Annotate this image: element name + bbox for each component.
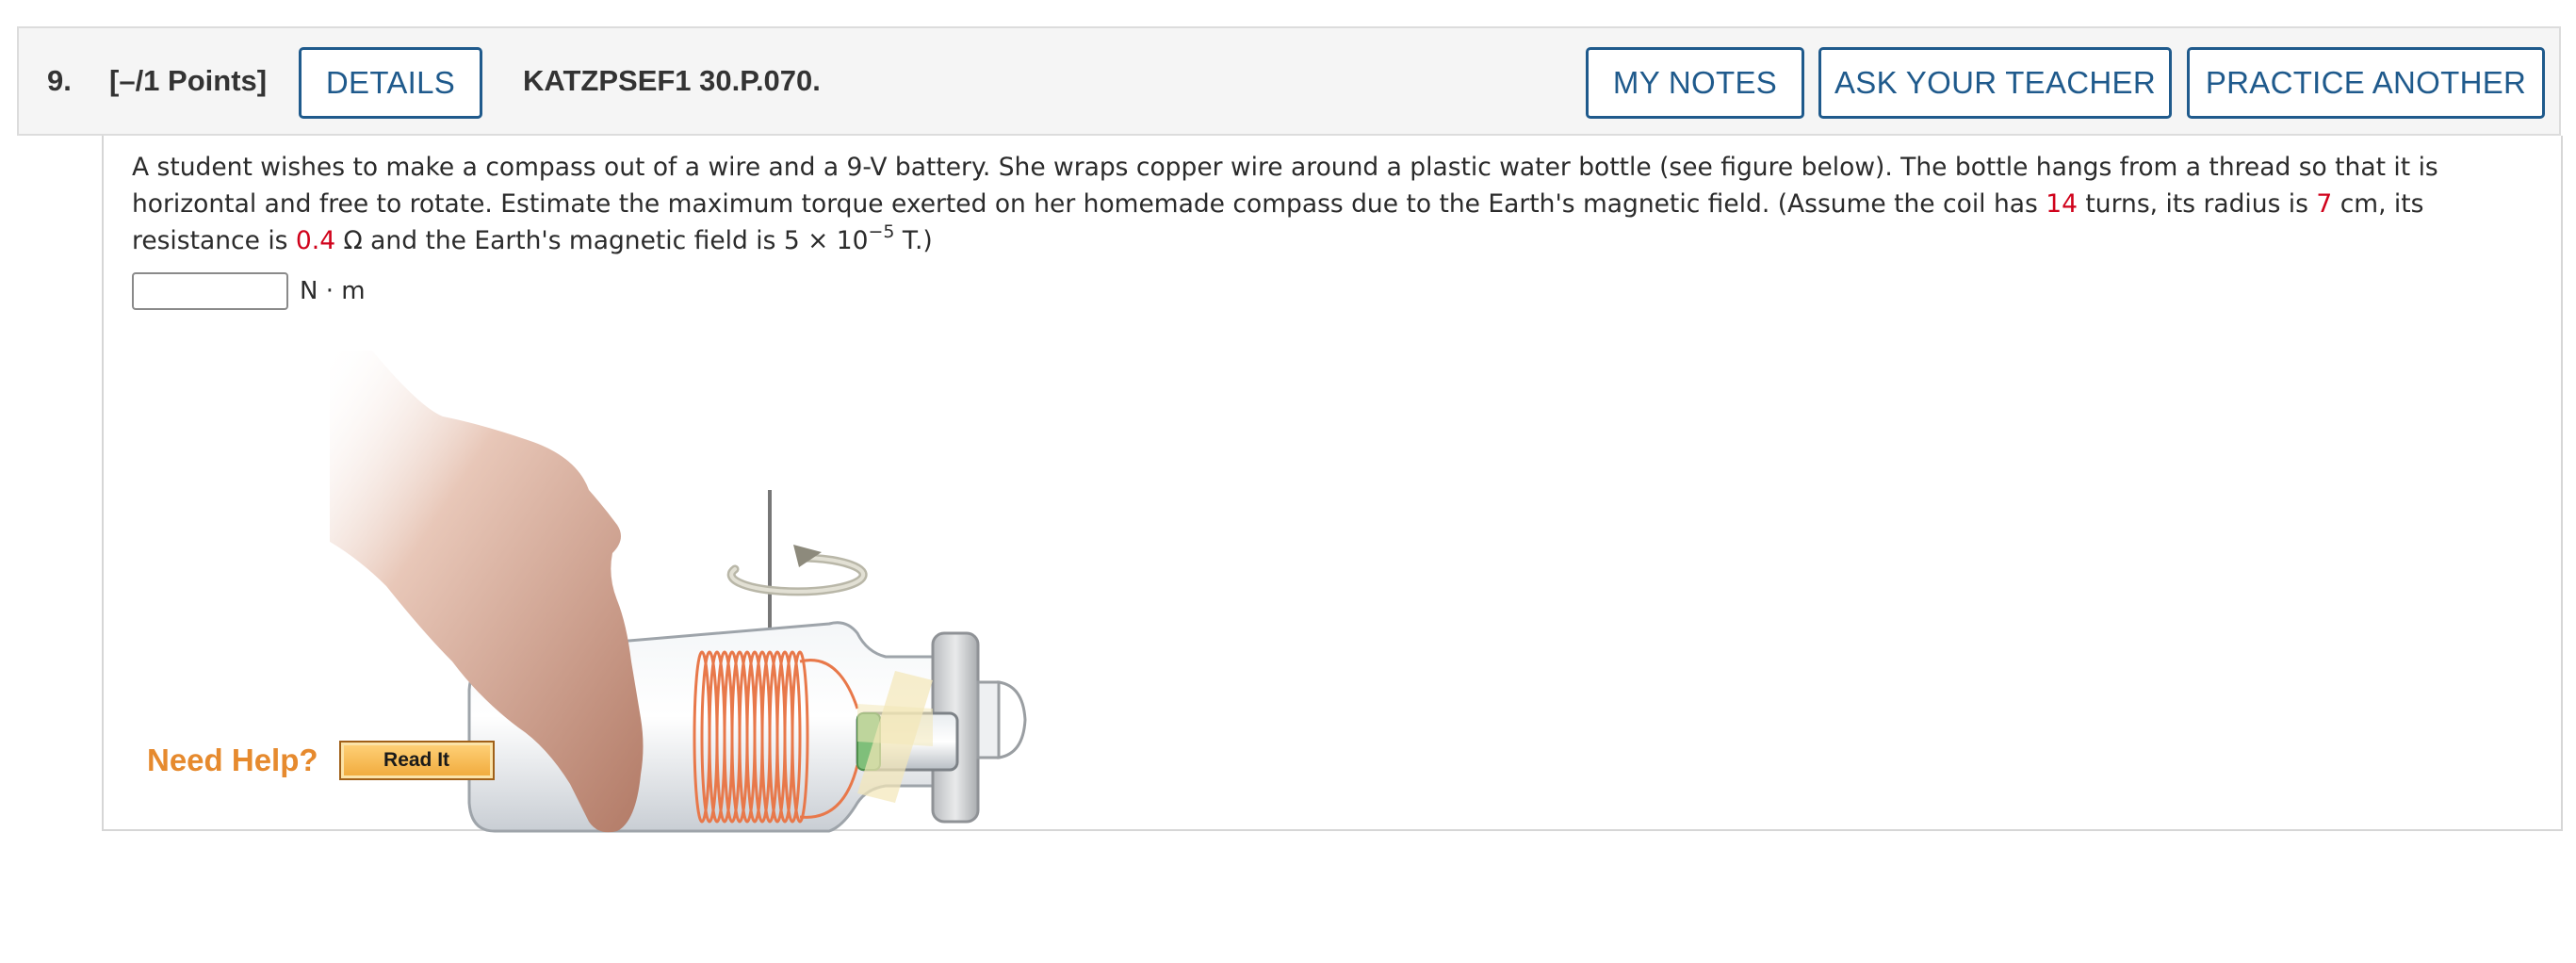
need-help-label: Need Help? — [147, 743, 318, 777]
answer-unit: N · m — [300, 277, 366, 305]
question-text: A student wishes to make a compass out o… — [132, 149, 2553, 259]
my-notes-button[interactable]: MY NOTES — [1586, 47, 1804, 119]
points-label: [–/1 Points] — [109, 64, 268, 97]
question-number: 9. — [47, 64, 72, 97]
help-row: Need Help? Read It — [147, 741, 495, 780]
question-text-segment: T.) — [894, 226, 933, 255]
given-radius: 7 — [2316, 189, 2333, 219]
bottle-compass-figure — [330, 351, 1027, 833]
details-button[interactable]: DETAILS — [299, 47, 482, 119]
given-turns: 14 — [2046, 189, 2078, 219]
question-text-segment: Ω and the Earth's magnetic field is 5 × … — [335, 226, 869, 255]
answer-input[interactable] — [132, 272, 288, 310]
read-it-button[interactable]: Read It — [338, 741, 495, 780]
practice-another-button[interactable]: PRACTICE ANOTHER — [2187, 47, 2545, 119]
exponent: −5 — [868, 221, 895, 243]
question-header: 9. [–/1 Points] DETAILS KATZPSEF1 30.P.0… — [17, 26, 2561, 136]
ask-your-teacher-button[interactable]: ASK YOUR TEACHER — [1818, 47, 2172, 119]
question-body: A student wishes to make a compass out o… — [102, 136, 2563, 833]
rotation-arrow-icon — [726, 545, 868, 596]
answer-row: N · m — [132, 272, 366, 310]
question-code: KATZPSEF1 30.P.070. — [523, 64, 821, 97]
question-text-segment: turns, its radius is — [2077, 189, 2317, 219]
given-resistance: 0.4 — [295, 226, 336, 255]
